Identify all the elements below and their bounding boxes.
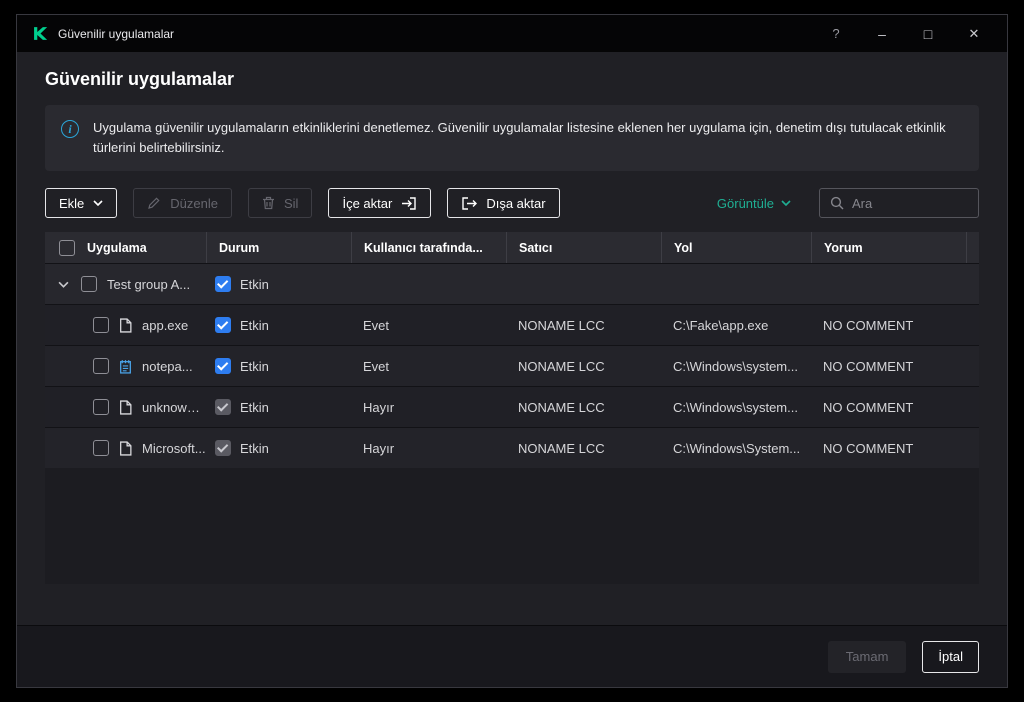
vendor-value: NONAME LCC	[518, 399, 605, 415]
file-icon	[119, 400, 132, 415]
minimize-button[interactable]: –	[859, 15, 905, 52]
chevron-down-icon	[93, 200, 103, 207]
user-defined-value: Hayır	[363, 440, 395, 456]
titlebar: Güvenilir uygulamalar ? – □ ✕	[17, 15, 1007, 52]
file-icon	[119, 441, 132, 456]
toolbar: Ekle Düzenle Sil İçe aktar Dışa aktar Gö…	[45, 188, 979, 219]
status-label: Etkin	[240, 317, 269, 333]
status-label: Etkin	[240, 440, 269, 456]
status-checkbox[interactable]	[215, 440, 231, 457]
edit-button[interactable]: Düzenle	[133, 188, 232, 219]
app-window: Güvenilir uygulamalar ? – □ ✕ Güvenilir …	[16, 14, 1008, 688]
add-button[interactable]: Ekle	[45, 188, 118, 219]
comment-value: NO COMMENT	[823, 358, 914, 374]
applications-table: Uygulama Durum Kullanıcı tarafında... Sa…	[45, 232, 981, 585]
main-content: Güvenilir uygulamalar i Uygulama güvenil…	[17, 52, 1007, 625]
status-label: Etkin	[240, 358, 269, 374]
notepad-icon	[119, 359, 132, 374]
status-checkbox[interactable]	[215, 317, 231, 334]
import-icon	[401, 196, 417, 211]
maximize-button[interactable]: □	[905, 15, 951, 52]
titlebar-left: Güvenilir uygulamalar	[33, 26, 174, 41]
row-checkbox[interactable]	[93, 317, 109, 334]
path-value: C:\Windows\system...	[673, 358, 798, 374]
header-application[interactable]: Uygulama	[45, 232, 206, 263]
header-path[interactable]: Yol	[661, 232, 811, 264]
close-button[interactable]: ✕	[951, 15, 997, 52]
view-dropdown[interactable]: Görüntüle	[717, 196, 791, 211]
row-checkbox[interactable]	[93, 399, 109, 416]
delete-button[interactable]: Sil	[248, 188, 313, 219]
vendor-value: NONAME LCC	[518, 358, 605, 374]
window-controls: ? – □ ✕	[813, 15, 997, 52]
user-defined-value: Evet	[363, 317, 390, 333]
help-button[interactable]: ?	[813, 15, 859, 52]
search-icon	[830, 196, 844, 210]
table-row[interactable]: notepa... Etkin Evet NONAME LCC C:\Windo…	[45, 345, 979, 387]
user-defined-value: Evet	[363, 358, 390, 374]
group-name: Test group A...	[107, 276, 191, 292]
comment-value: NO COMMENT	[823, 399, 914, 415]
footer: Tamam İptal	[17, 625, 1007, 687]
status-checkbox[interactable]	[215, 358, 231, 375]
status-checkbox[interactable]	[215, 399, 231, 416]
table-group-row[interactable]: Test group A... Etkin	[45, 263, 979, 305]
file-icon	[119, 318, 132, 333]
status-label: Etkin	[240, 399, 269, 415]
status-checkbox[interactable]	[215, 276, 231, 293]
application-name: notepa...	[142, 358, 193, 374]
header-spacer	[966, 232, 981, 264]
info-banner: i Uygulama güvenilir uygulamaların etkin…	[45, 105, 979, 172]
path-value: C:\Fake\app.exe	[673, 317, 769, 333]
table-row[interactable]: app.exe Etkin Evet NONAME LCC C:\Fake\ap…	[45, 304, 979, 346]
vendor-value: NONAME LCC	[518, 440, 605, 456]
application-name: app.exe	[142, 317, 189, 333]
collapse-chevron-icon[interactable]	[55, 281, 71, 288]
page-title: Güvenilir uygulamalar	[45, 69, 235, 89]
table-row[interactable]: Microsoft... Etkin Hayır NONAME LCC C:\W…	[45, 427, 979, 469]
ok-button[interactable]: Tamam	[827, 640, 907, 673]
path-value: C:\Windows\system...	[673, 399, 798, 415]
table-empty-area	[45, 468, 979, 585]
table-header: Uygulama Durum Kullanıcı tarafında... Sa…	[45, 232, 981, 264]
application-name: unknown....	[142, 399, 206, 415]
comment-value: NO COMMENT	[823, 440, 914, 456]
search-box	[819, 188, 979, 219]
path-value: C:\Windows\System...	[673, 440, 801, 456]
user-defined-value: Hayır	[363, 399, 395, 415]
table-row[interactable]: unknown.... Etkin Hayır NONAME LCC C:\Wi…	[45, 386, 979, 428]
row-checkbox[interactable]	[81, 276, 97, 293]
info-icon: i	[61, 120, 79, 138]
export-button[interactable]: Dışa aktar	[447, 188, 560, 219]
header-user-defined[interactable]: Kullanıcı tarafında...	[351, 232, 506, 264]
search-input[interactable]	[852, 195, 968, 211]
trash-icon	[262, 196, 275, 210]
application-name: Microsoft...	[142, 440, 206, 456]
vendor-value: NONAME LCC	[518, 317, 605, 333]
chevron-down-icon	[781, 200, 791, 207]
import-button[interactable]: İçe aktar	[328, 188, 432, 219]
cancel-button[interactable]: İptal	[922, 640, 979, 673]
row-checkbox[interactable]	[93, 358, 109, 375]
comment-value: NO COMMENT	[823, 317, 914, 333]
window-title: Güvenilir uygulamalar	[58, 26, 175, 41]
status-label: Etkin	[240, 276, 269, 292]
kaspersky-logo-icon	[33, 26, 48, 41]
header-comment[interactable]: Yorum	[811, 232, 966, 264]
row-checkbox[interactable]	[93, 440, 109, 457]
pencil-icon	[147, 196, 161, 210]
export-icon	[461, 196, 478, 211]
select-all-checkbox[interactable]	[59, 239, 75, 256]
info-banner-text: Uygulama güvenilir uygulamaların etkinli…	[93, 120, 946, 156]
header-status[interactable]: Durum	[206, 232, 351, 264]
header-vendor[interactable]: Satıcı	[506, 232, 661, 264]
